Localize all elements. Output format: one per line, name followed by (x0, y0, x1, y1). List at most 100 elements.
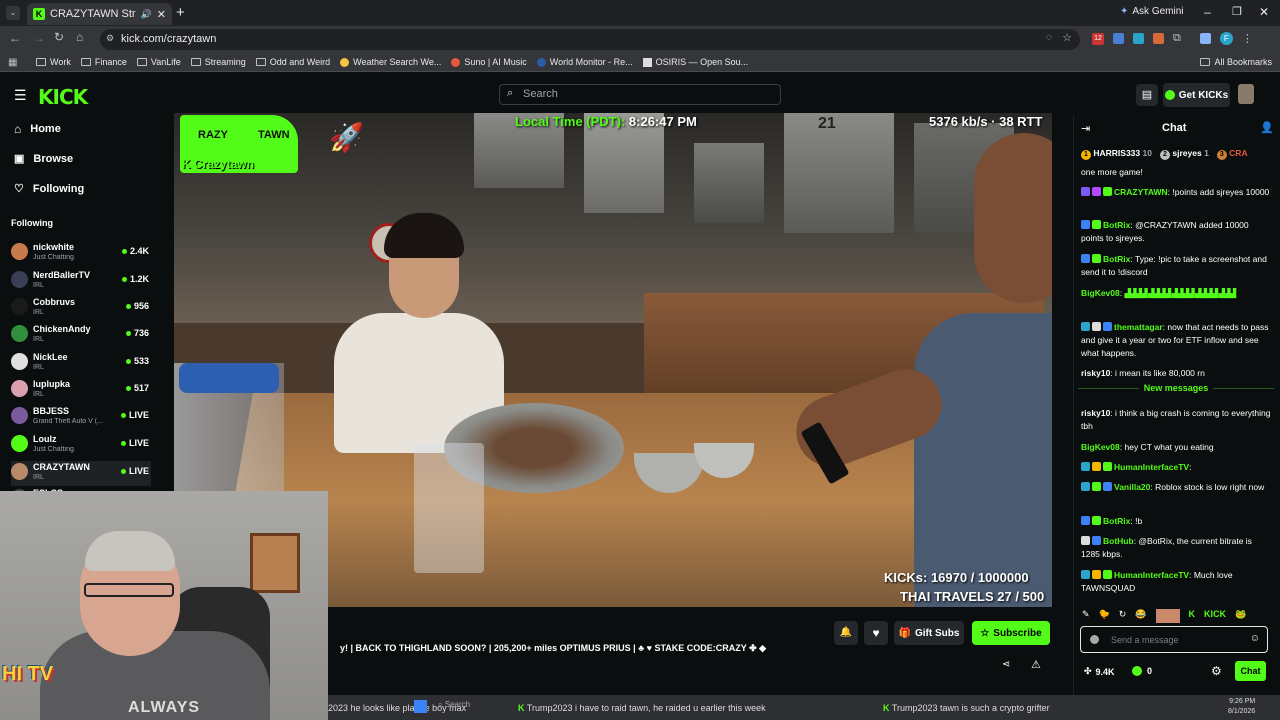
following-channel-chickenandy[interactable]: ChickenAndy IRL 736 (11, 323, 151, 348)
chat-users-icon[interactable]: 👤 (1260, 121, 1274, 134)
emote-icon[interactable]: 🐸 (1235, 609, 1246, 623)
chat-message[interactable]: BigKev08: hey CT what you eating (1081, 441, 1271, 454)
chat-username[interactable]: CRAZYTAWN (1114, 187, 1168, 197)
gift-subs-button[interactable]: 🎁 Gift Subs (894, 621, 964, 645)
chat-settings-icon[interactable]: ⚙ (1211, 664, 1222, 678)
maximize-button[interactable]: ❐ (1232, 5, 1242, 18)
chat-username[interactable]: HumanInterfaceTV (1114, 570, 1189, 580)
forward-icon[interactable]: → (33, 31, 45, 45)
chat-message[interactable]: one more game! (1081, 166, 1271, 179)
bookmark-world-monitor[interactable]: World Monitor - Re... (536, 57, 633, 67)
apps-grid-icon[interactable]: ▦ (8, 57, 17, 68)
gifter-3[interactable]: 3 CRA (1216, 148, 1248, 162)
home-icon[interactable]: ⌂ (76, 30, 83, 44)
new-messages-divider[interactable]: New messages (1078, 383, 1274, 400)
chat-username[interactable]: risky10 (1081, 408, 1110, 418)
all-bookmarks[interactable]: All Bookmarks (1200, 57, 1272, 67)
chat-message[interactable]: BotRix: Type: !pic to take a screenshot … (1081, 253, 1271, 279)
channel-points[interactable]: ✣ 9.4K (1084, 666, 1115, 677)
chat-message[interactable]: BotHub: @BotRix, the current bitrate is … (1081, 535, 1271, 561)
following-channel-luplupka[interactable]: luplupka IRL 517 (11, 378, 151, 403)
collapse-chat-icon[interactable]: ⇥ (1081, 122, 1090, 135)
chat-message[interactable]: HumanInterfaceTV: (1081, 461, 1271, 474)
emote-icon[interactable]: K (1189, 609, 1196, 623)
kick-logo[interactable]: KICK (38, 85, 88, 109)
taskbar-search[interactable]: ⌕ Search (438, 700, 498, 714)
following-channel-cobbruvs[interactable]: Cobbruvs IRL 956 (11, 296, 151, 321)
new-tab-button[interactable]: + (176, 4, 185, 21)
url-field[interactable]: ⚙ kick.com/crazytawn ◌ ☆ (100, 29, 1080, 50)
chat-username[interactable]: themattagar (1114, 322, 1163, 332)
bookmark-finance[interactable]: Finance (80, 57, 127, 67)
bookmark-work[interactable]: Work (36, 57, 71, 67)
chat-input[interactable]: Send a message ☺ (1080, 626, 1268, 653)
chat-username[interactable]: HumanInterfaceTV (1114, 462, 1189, 472)
subscribe-button[interactable]: ☆ Subscribe (972, 621, 1050, 645)
nav-following[interactable]: ♡ Following (14, 182, 84, 196)
following-channel-nickwhite[interactable]: nickwhite Just Chatting 2.4K (11, 241, 151, 266)
emote-icon[interactable] (1155, 609, 1180, 623)
minimize-button[interactable]: – (1204, 5, 1211, 19)
taskbar-clock[interactable]: 9:26 PM 8/1/2026 (1228, 697, 1255, 717)
bookmark-suno[interactable]: Suno | AI Music (451, 57, 527, 67)
user-avatar[interactable] (1238, 84, 1254, 104)
kicks-balance[interactable]: 0 (1132, 666, 1152, 676)
close-tab-icon[interactable]: ✕ (157, 8, 166, 21)
chat-message[interactable]: BigKev08: ▟▟▟▟ ▟▟▟▟ ▟▟▟▟ ▟▟▟▟ ▟▟▟ (1081, 287, 1271, 300)
chat-username[interactable]: BigKev08 (1081, 288, 1120, 298)
nav-home[interactable]: ⌂ Home (14, 122, 61, 136)
emote-icon[interactable]: KICK (1204, 609, 1226, 623)
following-channel-loulz[interactable]: Loulz Just Chatting LIVE (11, 433, 151, 458)
chat-message[interactable]: HumanInterfaceTV: Much love TAWNSQUAD (1081, 569, 1271, 595)
chat-username[interactable]: BigKev08 (1081, 442, 1120, 452)
profile-avatar[interactable]: F (1219, 32, 1233, 45)
emote-icon[interactable]: ✎ (1082, 609, 1090, 623)
chat-username[interactable]: BotRix (1103, 516, 1130, 526)
chat-message[interactable]: themattagar: now that act needs to pass … (1081, 321, 1271, 360)
emote-icon[interactable]: 😂 (1135, 609, 1146, 623)
chat-message[interactable]: BotRix: !b (1081, 515, 1271, 528)
bookmark-star-icon[interactable]: ☆ (1062, 31, 1072, 44)
gifter-2[interactable]: 2 sjreyes 1 (1160, 148, 1209, 162)
chat-message[interactable]: CRAZYTAWN: !points add sjreyes 10000 (1081, 186, 1271, 199)
bookmark-vanlife[interactable]: VanLife (136, 57, 181, 67)
browser-tab-crazytawn[interactable]: K CRAZYTAWN Stream - Wat 🔊 ✕ (27, 3, 172, 25)
chat-message[interactable]: risky10: i think a big crash is coming t… (1081, 407, 1271, 433)
chat-message[interactable]: BotRix: @CRAZYTAWN added 10000 points to… (1081, 219, 1271, 245)
emoji-picker-icon[interactable]: ☺ (1250, 633, 1260, 644)
extension-badge-icon[interactable]: 12 (1092, 32, 1104, 45)
bookmark-osiris[interactable]: OSIRIS — Open Sou... (642, 57, 748, 67)
reload-icon[interactable]: ↻ (54, 30, 64, 44)
back-icon[interactable]: ← (9, 31, 21, 45)
following-channel-nicklee[interactable]: NickLee IRL 533 (11, 351, 151, 376)
nav-browse[interactable]: ▣ Browse (14, 152, 73, 166)
start-button[interactable] (414, 700, 427, 713)
eye-off-icon[interactable]: ◌ (1046, 32, 1052, 43)
puzzle-icon[interactable]: ⧉ (1173, 32, 1181, 45)
chat-username[interactable]: risky10 (1081, 368, 1110, 378)
following-channel-bbjess[interactable]: BBJESS Grand Theft Auto V (... LIVE (11, 405, 151, 430)
follow-heart-button[interactable]: ♥ (864, 621, 888, 645)
send-chat-button[interactable]: Chat (1235, 661, 1266, 681)
following-channel-crazytawn[interactable]: CRAZYTAWN IRL LIVE (11, 461, 151, 486)
ask-gemini-button[interactable]: ✦ Ask Gemini (1120, 6, 1184, 17)
emote-icon[interactable]: ↻ (1119, 609, 1127, 623)
chat-message[interactable]: risky10: i mean its like 80,000 rn (1081, 367, 1271, 380)
chat-username[interactable]: BotRix (1103, 220, 1130, 230)
audio-icon[interactable]: 🔊 (141, 9, 152, 20)
emote-icon[interactable]: 🐤 (1099, 609, 1110, 623)
get-kicks-button[interactable]: Get KICKs (1163, 83, 1230, 107)
site-info-icon[interactable]: ⚙ (106, 33, 114, 44)
close-window-button[interactable]: ✕ (1259, 5, 1269, 19)
notification-bell-button[interactable]: 🔔 (834, 621, 858, 645)
hamburger-menu-icon[interactable]: ☰ (14, 87, 27, 104)
extension-icon[interactable] (1113, 33, 1124, 44)
search-input[interactable]: ⌕ Search (499, 84, 781, 105)
bookmark-odd-and-weird[interactable]: Odd and Weird (255, 57, 330, 67)
following-channel-nerdballertv[interactable]: NerdBallerTV IRL 1.2K (11, 269, 151, 294)
layout-toggle-icon[interactable]: ▤ (1136, 84, 1158, 106)
menu-icon[interactable]: ⋮ (1242, 32, 1253, 45)
extension-icon[interactable] (1153, 33, 1164, 44)
bookmark-weather[interactable]: Weather Search We... (340, 57, 441, 67)
extension-icon[interactable] (1133, 33, 1144, 44)
